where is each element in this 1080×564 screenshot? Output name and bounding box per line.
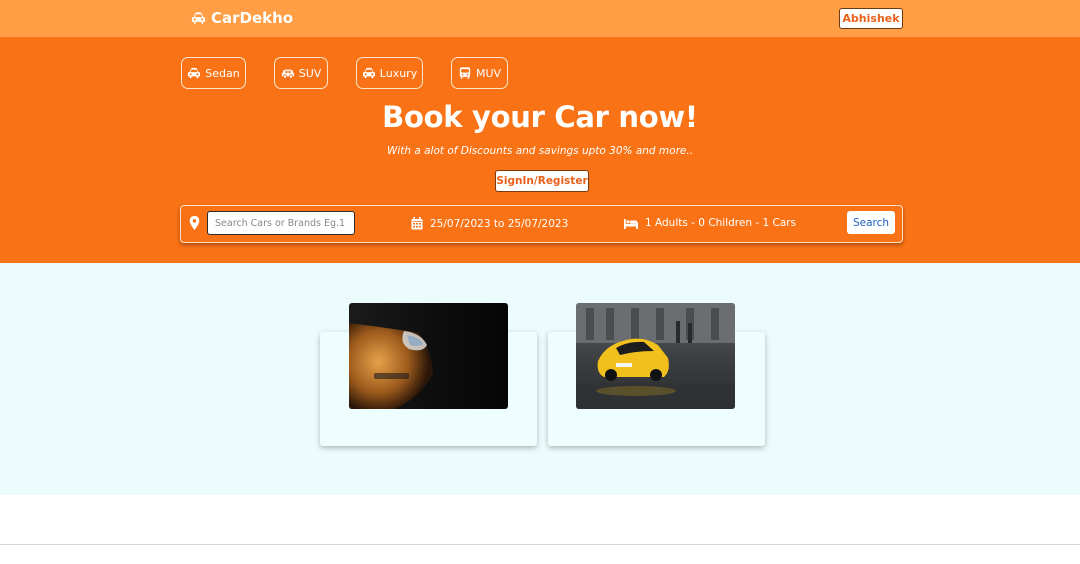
- featured-cars-section: [0, 263, 1080, 495]
- search-button[interactable]: Search: [847, 211, 895, 234]
- location-pin-icon: [189, 216, 200, 230]
- hero-title: Book your Car now!: [382, 100, 698, 134]
- category-label: MUV: [475, 66, 502, 80]
- category-label: Sedan: [205, 66, 240, 80]
- hero-subtitle: With a alot of Discounts and savings upt…: [386, 145, 694, 157]
- brand-name: CarDekho: [211, 9, 294, 27]
- category-suv-button[interactable]: SUV: [274, 57, 328, 89]
- date-range-picker[interactable]: 25/07/2023 to 25/07/2023: [411, 217, 568, 230]
- category-muv-button[interactable]: MUV: [451, 57, 508, 89]
- car-image-street[interactable]: [576, 303, 735, 409]
- category-sedan-button[interactable]: Sedan: [181, 57, 246, 89]
- top-navbar: CarDekho Abhishek: [0, 0, 1080, 37]
- calendar-icon: [411, 217, 423, 230]
- category-label: SUV: [298, 66, 322, 80]
- footer-divider: [0, 544, 1080, 545]
- car-icon: [362, 67, 375, 79]
- car-side-icon: [281, 69, 294, 79]
- bus-icon: [459, 67, 471, 79]
- signin-register-button[interactable]: SignIn/Register: [495, 170, 589, 192]
- brand-logo[interactable]: CarDekho: [191, 9, 293, 27]
- search-bar: 25/07/2023 to 25/07/2023 1 Adults - 0 Ch…: [180, 205, 903, 243]
- yellow-sports-car-photo: [576, 303, 735, 409]
- bed-icon: [624, 218, 638, 229]
- car-icon: [191, 12, 206, 24]
- search-input[interactable]: [207, 211, 355, 235]
- orange-car-photo: [349, 303, 508, 409]
- car-icon: [188, 67, 201, 79]
- user-profile-button[interactable]: Abhishek: [839, 8, 903, 29]
- date-range-text: 25/07/2023 to 25/07/2023: [430, 217, 569, 230]
- guests-text: 1 Adults - 0 Children - 1 Cars: [645, 217, 797, 229]
- car-image-headlight[interactable]: [349, 303, 508, 409]
- guests-selector[interactable]: 1 Adults - 0 Children - 1 Cars: [624, 217, 796, 229]
- category-label: Luxury: [379, 66, 418, 80]
- category-luxury-button[interactable]: Luxury: [356, 57, 423, 89]
- hero-section: Sedan SUV Luxury MUV Book your Car now! …: [0, 37, 1080, 263]
